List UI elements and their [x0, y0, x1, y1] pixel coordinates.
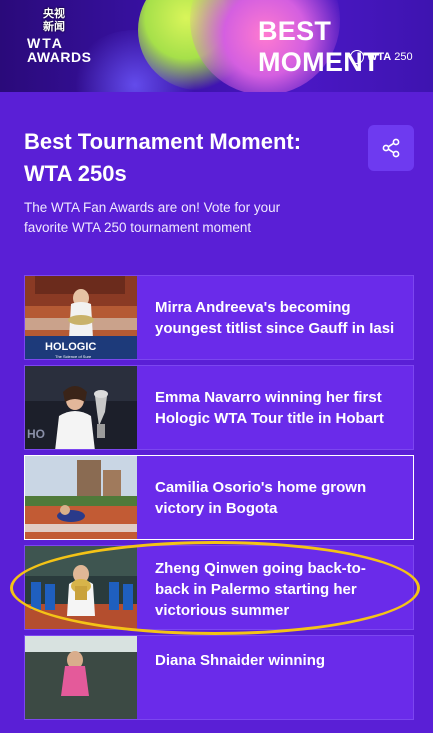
moment-card-navarro[interactable]: HO Emma Navarro winning her first Hologi… — [24, 365, 414, 450]
wta-awards-logo: WTA AWARDS — [27, 35, 92, 65]
moment-card-osorio[interactable]: Camilia Osorio's home grown victory in B… — [24, 455, 414, 540]
moment-label: Mirra Andreeva's becoming youngest titli… — [155, 298, 395, 337]
moment-label: Diana Shnaider winning — [155, 652, 326, 669]
moment-card-shnaider[interactable]: Diana Shnaider winning — [24, 635, 414, 720]
svg-text:HO: HO — [27, 427, 45, 441]
moment-card-zheng[interactable]: Zheng Qinwen going back-to-back in Paler… — [24, 545, 414, 630]
moment-card-andreeva[interactable]: HOLOGIC The Science of Sure Mirra Andree… — [24, 275, 414, 360]
banner-headline: BEST MOMENT — [258, 16, 380, 77]
share-button[interactable] — [368, 125, 414, 171]
moment-label: Zheng Qinwen going back-to-back in Paler… — [155, 560, 366, 619]
moment-photo: HO — [25, 366, 137, 449]
moment-photo: HOLOGIC The Science of Sure — [25, 276, 137, 359]
moment-photo — [25, 456, 137, 539]
wta250-logo: WTA 250 — [350, 50, 413, 64]
page-description: The WTA Fan Awards are on! Vote for your… — [24, 200, 281, 235]
svg-text:The Science of Sure: The Science of Sure — [55, 354, 92, 359]
moment-label: Camilia Osorio's home grown victory in B… — [155, 478, 367, 517]
cctv-news-watermark: 央视 新闻 — [43, 7, 65, 33]
moment-photo — [25, 636, 137, 719]
moment-label: Emma Navarro winning her first Hologic W… — [155, 388, 384, 427]
moment-photo — [25, 546, 137, 629]
wta-awards-banner: 央视 新闻 WTA AWARDS BEST MOMENT WTA 250 — [0, 0, 433, 92]
svg-text:HOLOGIC: HOLOGIC — [45, 341, 96, 353]
page-title: Best Tournament Moment: WTA 250s — [24, 129, 302, 186]
share-icon — [382, 138, 400, 158]
tennis-ball-icon — [350, 50, 364, 64]
